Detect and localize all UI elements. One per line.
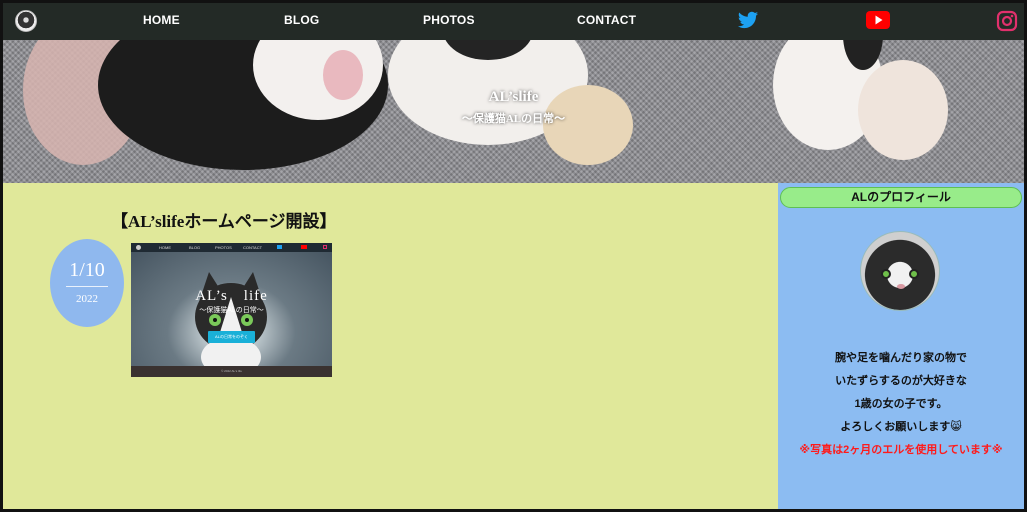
thumbnail-youtube-icon — [301, 245, 307, 249]
date-badge: 1/10 2022 — [50, 239, 124, 327]
avatar-right-eye — [909, 269, 919, 279]
youtube-icon[interactable] — [866, 11, 890, 34]
nav-home[interactable]: HOME — [143, 13, 180, 27]
top-nav: HOME BLOG PHOTOS CONTACT — [3, 3, 1024, 40]
bio-line-1: 腕や足を噛んだり家の物で — [835, 352, 967, 364]
thumbnail-nav-home: HOME — [159, 245, 171, 250]
thumbnail-subtitle: 〜保護猫ALの日常〜 — [199, 307, 264, 314]
date-year: 2022 — [76, 293, 98, 305]
avatar — [860, 231, 940, 311]
avatar-nose — [897, 284, 905, 289]
page-frame: HOME BLOG PHOTOS CONTACT AL’slife 〜保護猫AL… — [0, 0, 1027, 512]
date-divider — [66, 286, 108, 287]
main-content: 【AL’slifeホームページ開設】 1/10 2022 HOME BLOG P… — [3, 183, 778, 509]
post-title[interactable]: 【AL’slifeホームページ開設】 — [111, 207, 337, 232]
profile-sidebar: ALのプロフィール 腕や足を噛んだり家の物で いたずらするのが大好きな 1歳の女… — [778, 183, 1024, 509]
nav-blog[interactable]: BLOG — [284, 13, 319, 27]
thumbnail-nav-contact: CONTACT — [243, 245, 263, 250]
bio-line-2: いたずらするのが大好きな — [835, 375, 967, 387]
thumbnail-footer: © 2022 AL's life — [131, 366, 332, 377]
thumbnail-logo-icon — [136, 245, 141, 250]
thumbnail-nav-blog: BLOG — [189, 245, 201, 250]
cat-logo-icon[interactable] — [15, 10, 37, 32]
photo-note: ※写真は2ヶ月のエルを使用しています※ — [799, 444, 1003, 456]
thumbnail-nav-photos: PHOTOS — [215, 245, 232, 250]
date-month-day: 1/10 — [69, 259, 105, 281]
bio-line-3: 1歳の女の子です。 — [854, 398, 948, 410]
thumbnail-twitter-icon — [277, 245, 282, 249]
thumbnail-instagram-icon — [323, 245, 327, 249]
thumbnail-footer-text: © 2022 AL's life — [221, 369, 242, 373]
hero-title: AL’slife — [488, 89, 539, 105]
profile-heading: ALのプロフィール — [780, 187, 1022, 208]
twitter-icon[interactable] — [737, 9, 759, 36]
nav-photos[interactable]: PHOTOS — [423, 13, 475, 27]
avatar-left-eye — [881, 269, 891, 279]
hero-subtitle: 〜保護猫ALの日常〜 — [461, 113, 566, 125]
post-thumbnail[interactable]: HOME BLOG PHOTOS CONTACT AL’s life 〜保護猫A… — [131, 243, 332, 377]
bio-line-4: よろしくお願いします😸 — [840, 421, 962, 433]
hero-banner: AL’slife 〜保護猫ALの日常〜 — [3, 40, 1024, 183]
thumbnail-nav: HOME BLOG PHOTOS CONTACT — [131, 243, 332, 252]
nav-contact[interactable]: CONTACT — [577, 13, 636, 27]
thumbnail-title: AL’s life — [195, 288, 268, 304]
instagram-icon[interactable] — [996, 10, 1018, 37]
thumbnail-button: ALの日常をのぞく — [208, 331, 255, 343]
